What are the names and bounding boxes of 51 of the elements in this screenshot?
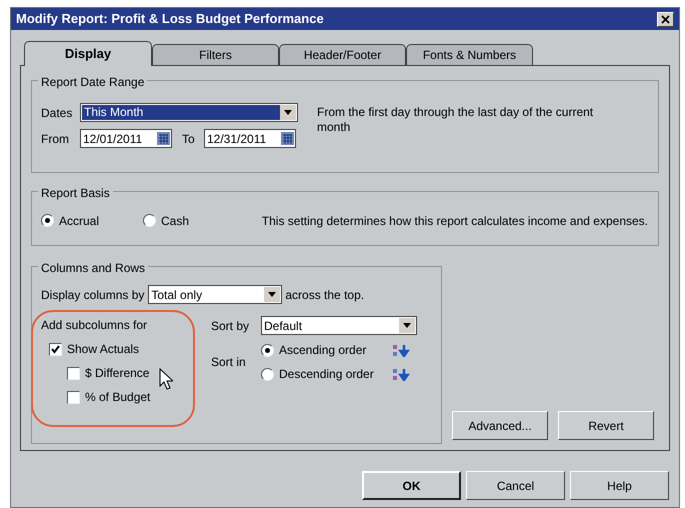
display-columns-label: Display columns by [41, 286, 144, 304]
sort-descending-icon[interactable] [392, 368, 410, 380]
tab[interactable]: Fonts & Numbers [406, 44, 533, 65]
tab[interactable]: Header/Footer [279, 44, 406, 65]
to-label: To [182, 130, 196, 148]
checkbox[interactable] [49, 342, 62, 356]
checkbox-label[interactable]: $ Difference [85, 364, 150, 382]
panel-button[interactable]: Advanced... [452, 411, 548, 440]
calendar-icon[interactable] [156, 131, 171, 146]
close-button[interactable] [657, 12, 674, 26]
sort-by-dropdown[interactable]: Default [261, 316, 417, 335]
display-columns-suffix: across the top. [285, 286, 364, 304]
subcolumns-label: Add subcolumns for [41, 317, 148, 334]
radio-label[interactable]: Descending order [279, 365, 387, 383]
dates-dropdown[interactable]: This Month [80, 103, 298, 122]
checkbox[interactable] [67, 366, 80, 380]
radio-button[interactable] [261, 344, 274, 356]
dates-label: Dates [41, 104, 74, 122]
to-date-field[interactable]: 12/31/2011 [204, 129, 296, 148]
from-label: From [41, 130, 70, 148]
radio-label[interactable]: Cash [161, 212, 190, 230]
tab[interactable]: Filters [152, 44, 279, 65]
report-basis-description: This setting determines how this report calculates income and expenses. [262, 212, 648, 230]
radio-button[interactable] [41, 214, 54, 227]
panel-button[interactable]: Revert [558, 411, 654, 440]
dropdown-value: Default [264, 318, 304, 334]
window-title: Modify Report: Profit & Loss Budget Performance [16, 10, 324, 28]
checkbox-label[interactable]: % of Budget [85, 388, 150, 406]
dropdown-value: This Month [82, 105, 280, 120]
dropdown-value: Total only [151, 286, 204, 304]
display-columns-dropdown[interactable]: Total only [148, 285, 282, 304]
from-date-field[interactable]: 12/01/2011 [80, 129, 172, 148]
dialog-button[interactable]: Help [570, 471, 669, 500]
date-range-description: From the first day through the last day of the current month [317, 105, 594, 136]
radio-label[interactable]: Ascending order [279, 341, 387, 359]
sort-ascending-icon[interactable] [392, 344, 410, 356]
close-icon [661, 14, 670, 24]
radio-label[interactable]: Accrual [59, 212, 100, 230]
cursor-icon [159, 368, 173, 390]
sort-by-label: Sort by [211, 318, 250, 334]
dialog-button[interactable]: Cancel [466, 471, 565, 500]
radio-button[interactable] [143, 214, 156, 227]
sort-in-label: Sort in [211, 354, 247, 371]
checkbox[interactable] [67, 390, 80, 404]
checkbox-label[interactable]: Show Actuals [67, 340, 140, 358]
dialog-button[interactable]: OK [362, 471, 461, 500]
radio-button[interactable] [261, 368, 274, 380]
calendar-icon[interactable] [280, 131, 295, 146]
date-value: 12/01/2011 [83, 130, 144, 148]
tab[interactable]: Display [24, 41, 152, 66]
date-value: 12/31/2011 [207, 130, 268, 148]
